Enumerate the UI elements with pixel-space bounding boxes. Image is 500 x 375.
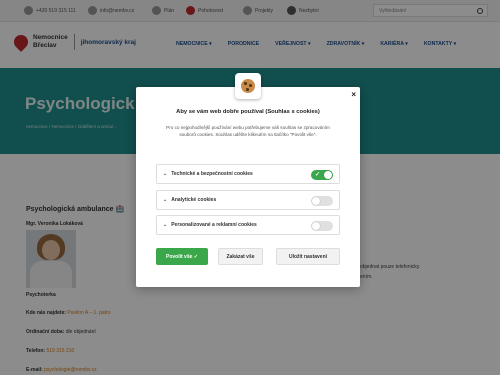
cookie-category-marketing[interactable]: ⌄ Personalizované a reklamní cookies <box>156 215 340 235</box>
chevron-down-icon: ⌄ <box>163 171 168 177</box>
reject-all-button[interactable]: Zakázat vše <box>218 248 263 265</box>
dialog-description: Pro co nejpohodlnější používání webu pot… <box>166 125 330 137</box>
cookie-category-technical[interactable]: ⌄ Technické a bezpečnostní cookies ✓ <box>156 164 340 184</box>
save-settings-button[interactable]: Uložit nastavení <box>276 248 340 265</box>
check-icon: ✓ <box>315 172 321 178</box>
chevron-down-icon: ⌄ <box>163 222 168 228</box>
cookie-badge <box>235 73 261 99</box>
marketing-cookies-toggle[interactable] <box>311 221 333 231</box>
cookie-consent-dialog: × Aby se vám web dobře používal (Souhlas… <box>136 73 360 287</box>
accept-all-button[interactable]: Povolit vše ✓ <box>156 248 208 265</box>
category-label: Technické a bezpečnostní cookies <box>171 171 253 177</box>
cookie-icon <box>241 79 255 93</box>
category-label: Personalizované a reklamní cookies <box>171 222 257 228</box>
chevron-down-icon: ⌄ <box>163 197 168 203</box>
close-icon[interactable]: × <box>351 90 356 99</box>
analytics-cookies-toggle[interactable] <box>311 196 333 206</box>
cookie-category-analytics[interactable]: ⌄ Analytické cookies <box>156 190 340 210</box>
category-label: Analytické cookies <box>171 197 217 203</box>
technical-cookies-toggle[interactable]: ✓ <box>311 170 333 180</box>
dialog-title: Aby se vám web dobře používal (Souhlas s… <box>176 109 320 115</box>
